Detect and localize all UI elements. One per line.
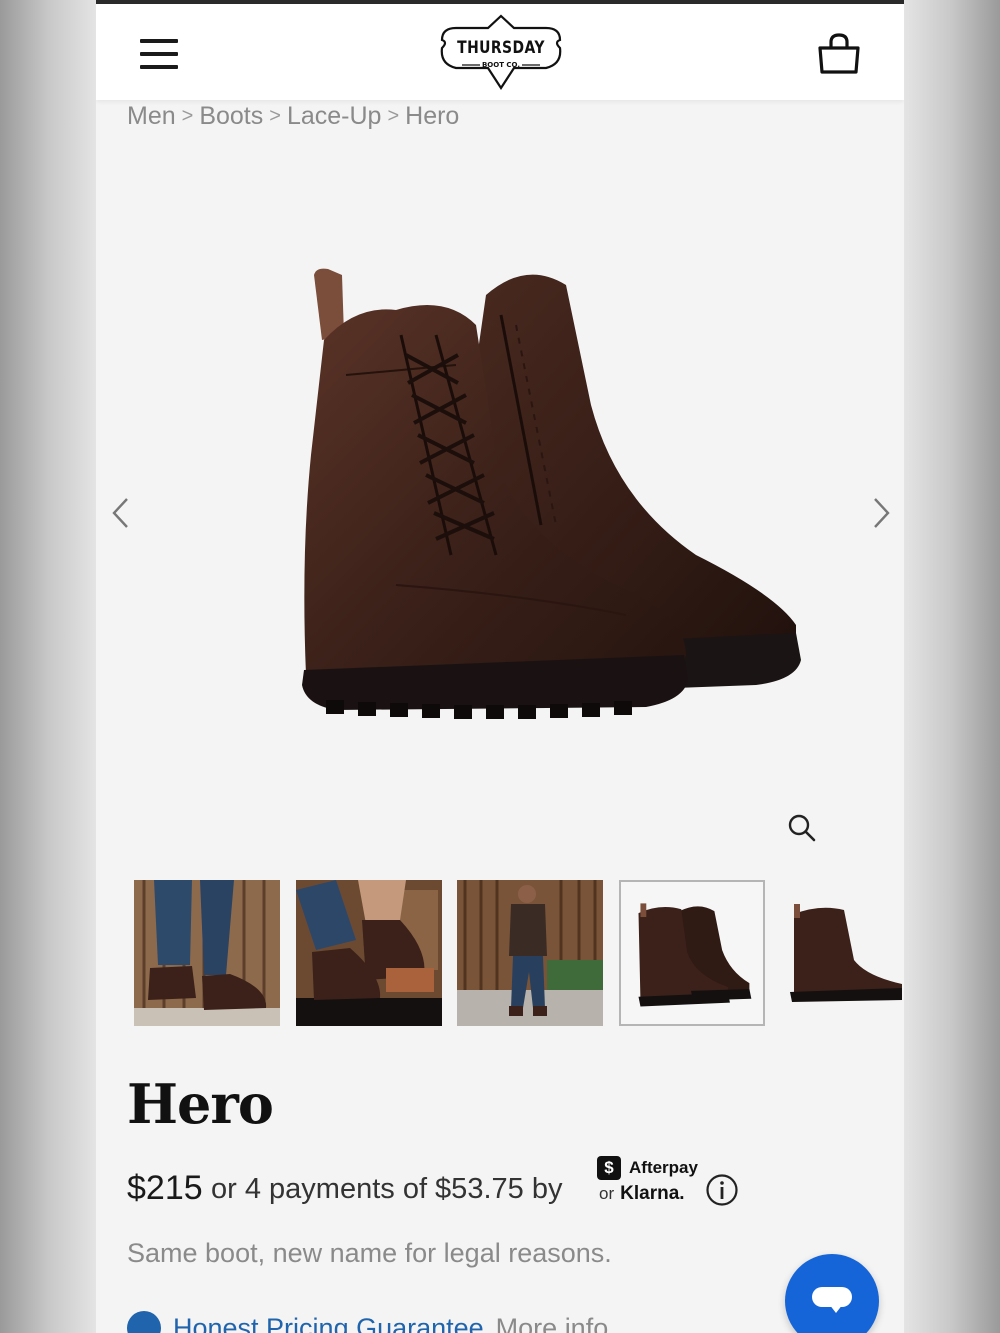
hamburger-menu-icon[interactable] [134, 30, 186, 74]
honest-pricing-link[interactable]: Honest Pricing Guarantee [173, 1313, 484, 1333]
breadcrumb: Men > Boots > Lace-Up > Hero [127, 99, 459, 133]
price-row: $215 or 4 payments of $53.75 by $ Afterp… [127, 1155, 887, 1225]
afterpay-label: Afterpay [629, 1158, 698, 1177]
thumbnail-2[interactable] [296, 880, 442, 1026]
chat-bubble-icon[interactable] [785, 1254, 879, 1333]
brand-logo[interactable]: THURSDAY BOOT CO. [436, 14, 566, 91]
thumbnail-3[interactable] [457, 880, 603, 1026]
thumbnail-strip [134, 880, 904, 1026]
site-header: THURSDAY BOOT CO. [96, 4, 904, 100]
afterpay-icon: $ [597, 1156, 621, 1180]
logo-subtext: BOOT CO. [481, 61, 521, 69]
product-title: Hero [127, 1072, 274, 1136]
info-circle-icon[interactable] [705, 1173, 739, 1207]
breadcrumb-current: Hero [405, 101, 460, 130]
klarna-label: Klarna. [620, 1183, 685, 1204]
breadcrumb-men[interactable]: Men [127, 102, 176, 131]
thumbnail-4-active[interactable] [619, 880, 765, 1026]
magnifier-icon[interactable] [786, 812, 818, 844]
shopping-bag-icon[interactable] [814, 28, 864, 78]
more-info-link[interactable]: More info [496, 1313, 609, 1333]
breadcrumb-separator: > [181, 104, 194, 127]
main-product-image[interactable] [196, 255, 816, 755]
product-tagline: Same boot, new name for legal reasons. [127, 1238, 612, 1268]
klarna-row[interactable]: or Klarna. [599, 1183, 685, 1205]
breadcrumb-separator: > [269, 104, 281, 127]
breadcrumb-separator: > [387, 104, 400, 127]
mobile-page: THURSDAY BOOT CO. Men > Boots > Lace-Up … [96, 0, 904, 1333]
check-circle-icon [127, 1311, 161, 1333]
logo-wordmark: THURSDAY [457, 38, 545, 58]
chevron-left-icon[interactable] [104, 495, 140, 531]
breadcrumb-lace-up[interactable]: Lace-Up [287, 102, 382, 131]
installments-text: or 4 payments of $53.75 by [211, 1173, 563, 1205]
thumbnail-5[interactable] [780, 880, 904, 1026]
afterpay-badge-row[interactable]: $ Afterpay [597, 1155, 698, 1181]
breadcrumb-boots[interactable]: Boots [199, 102, 263, 131]
chevron-right-icon[interactable] [862, 495, 898, 531]
guarantee-row: Honest Pricing Guarantee More info [127, 1308, 608, 1333]
thumbnail-1[interactable] [134, 880, 280, 1026]
product-price: $215 [127, 1169, 203, 1207]
klarna-or-text: or [599, 1184, 615, 1203]
